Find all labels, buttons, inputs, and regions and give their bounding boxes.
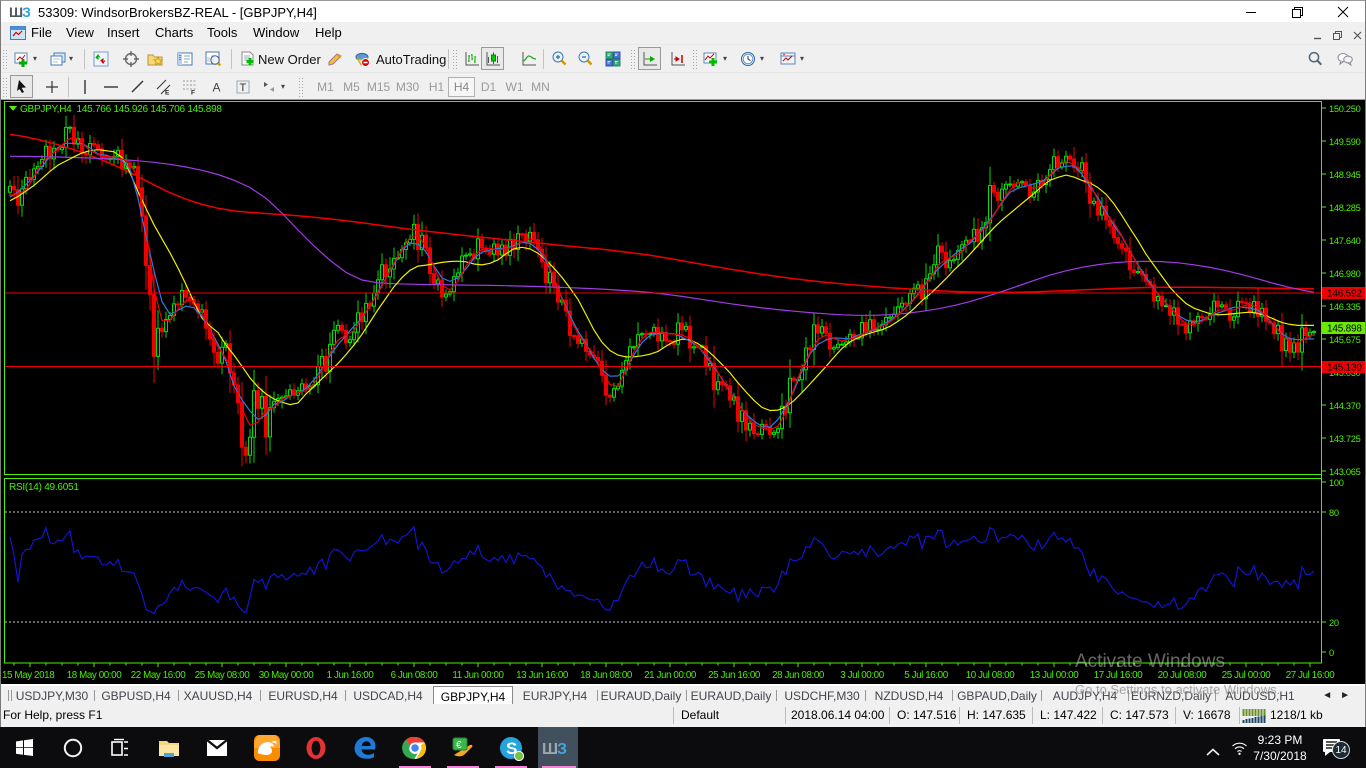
svg-text:145.130: 145.130 <box>1327 363 1362 374</box>
svg-text:148.285: 148.285 <box>1329 203 1361 213</box>
svg-text:€: € <box>456 740 462 751</box>
svg-text:18 Jun 08:00: 18 Jun 08:00 <box>580 670 633 681</box>
svg-text:5 Jul 16:00: 5 Jul 16:00 <box>904 670 948 681</box>
svg-text:15 May 2018: 15 May 2018 <box>2 670 55 681</box>
svg-text:Ш: Ш <box>542 741 558 758</box>
svg-text:0: 0 <box>1329 648 1334 658</box>
svg-text:27 Jul 16:00: 27 Jul 16:00 <box>1286 670 1336 681</box>
svg-text:143.065: 143.065 <box>1329 467 1361 477</box>
svg-text:25 May 08:00: 25 May 08:00 <box>195 670 251 681</box>
svg-text:21 Jun 00:00: 21 Jun 00:00 <box>644 670 697 681</box>
svg-text:20: 20 <box>1329 618 1339 628</box>
svg-text:11 Jun 00:00: 11 Jun 00:00 <box>452 670 504 681</box>
svg-text:147.640: 147.640 <box>1329 236 1361 246</box>
svg-text:149.590: 149.590 <box>1329 137 1361 147</box>
svg-text:10 Jul 08:00: 10 Jul 08:00 <box>966 670 1016 681</box>
svg-text:143.725: 143.725 <box>1329 434 1361 444</box>
svg-text:13 Jul 00:00: 13 Jul 00:00 <box>1030 670 1080 681</box>
svg-text:146.335: 146.335 <box>1329 302 1361 312</box>
svg-text:30 May 00:00: 30 May 00:00 <box>259 670 315 681</box>
svg-text:RSI(14) 49.6051: RSI(14) 49.6051 <box>9 482 79 493</box>
svg-text:144.370: 144.370 <box>1329 401 1361 411</box>
svg-text:80: 80 <box>1329 508 1339 518</box>
svg-text:T: T <box>239 82 246 94</box>
svg-text:145.675: 145.675 <box>1329 335 1361 345</box>
svg-text:150.250: 150.250 <box>1329 104 1361 114</box>
svg-text:13 Jun 16:00: 13 Jun 16:00 <box>516 670 569 681</box>
svg-text:6 Jun 08:00: 6 Jun 08:00 <box>391 670 439 681</box>
svg-text:100: 100 <box>1329 478 1344 488</box>
svg-text:F: F <box>191 89 195 95</box>
svg-text:22 May 16:00: 22 May 16:00 <box>131 670 187 681</box>
svg-text:146.592: 146.592 <box>1327 289 1362 300</box>
svg-text:1 Jun 16:00: 1 Jun 16:00 <box>327 670 375 681</box>
svg-text:148.945: 148.945 <box>1329 170 1361 180</box>
svg-text:A: A <box>212 80 220 94</box>
svg-text:GBPJPY,H4 145.766 145.926 145: GBPJPY,H4 145.766 145.926 145.706 145.89… <box>20 104 222 115</box>
svg-text:25 Jun 16:00: 25 Jun 16:00 <box>708 670 761 681</box>
svg-text:З: З <box>557 741 567 758</box>
svg-text:25 Jul 00:00: 25 Jul 00:00 <box>1222 670 1272 681</box>
svg-text:18 May 00:00: 18 May 00:00 <box>67 670 123 681</box>
svg-text:3 Jul 00:00: 3 Jul 00:00 <box>840 670 884 681</box>
svg-text:E: E <box>165 89 170 95</box>
svg-text:145.898: 145.898 <box>1327 324 1362 335</box>
svg-text:146.980: 146.980 <box>1329 269 1361 279</box>
svg-text:28 Jun 08:00: 28 Jun 08:00 <box>772 670 825 681</box>
